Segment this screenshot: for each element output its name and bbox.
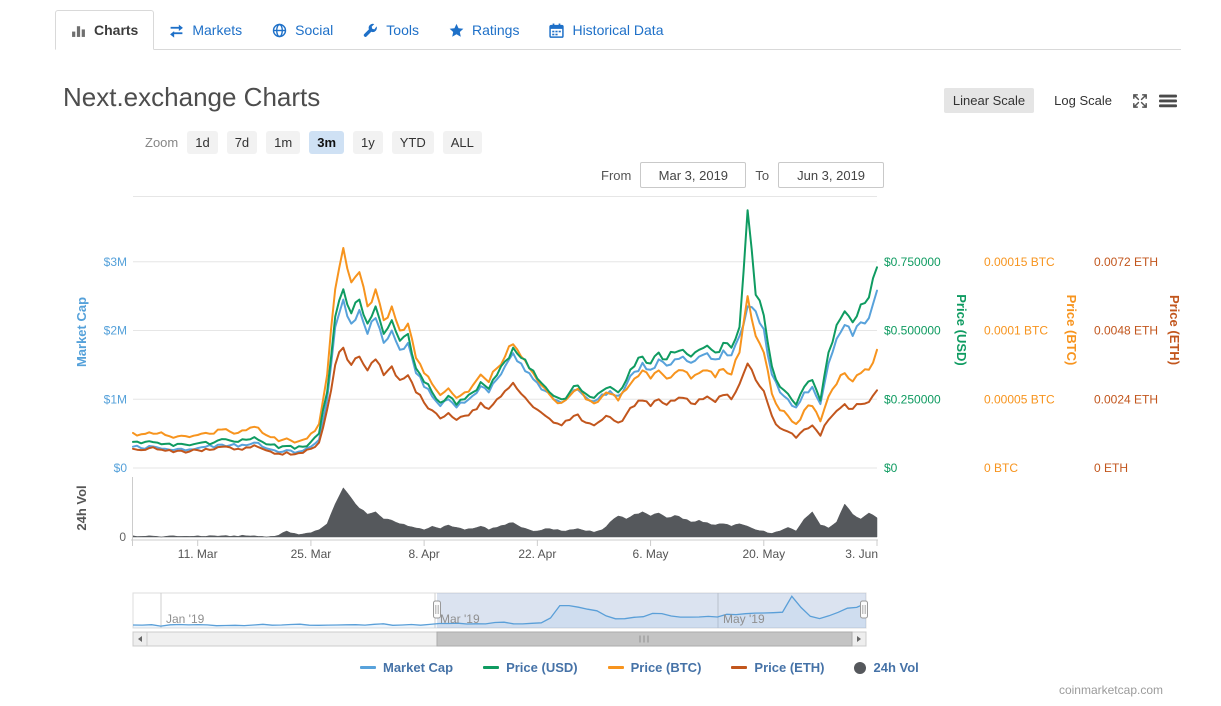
zoom-button-3m[interactable]: 3m	[309, 131, 345, 154]
svg-text:0.0001 BTC: 0.0001 BTC	[984, 324, 1048, 338]
bar-chart-icon	[71, 23, 86, 38]
page-title: Next.exchange Charts	[63, 82, 321, 112]
svg-text:20. May: 20. May	[742, 547, 785, 561]
legend-label: Price (USD)	[506, 660, 578, 675]
svg-text:$0.500000: $0.500000	[884, 324, 941, 338]
svg-text:0.00005 BTC: 0.00005 BTC	[984, 392, 1055, 406]
watermark: coinmarketcap.com	[1058, 683, 1163, 697]
fullscreen-icon[interactable]	[1132, 93, 1148, 109]
linear-scale-button[interactable]: Linear Scale	[943, 88, 1035, 113]
date-range: From To	[601, 162, 885, 188]
from-label: From	[601, 167, 632, 183]
svg-text:Price (USD): Price (USD)	[954, 294, 969, 366]
to-date-input[interactable]	[778, 162, 885, 188]
svg-text:Jan '19: Jan '19	[166, 612, 205, 626]
svg-text:0: 0	[119, 530, 126, 544]
zoom-label: Zoom	[145, 135, 179, 150]
svg-text:0 BTC: 0 BTC	[984, 461, 1018, 475]
svg-text:$0.250000: $0.250000	[884, 392, 941, 406]
legend-label: Price (BTC)	[630, 660, 702, 675]
legend-line-marker	[360, 666, 376, 669]
svg-text:22. Apr: 22. Apr	[518, 547, 556, 561]
tab-bar: Charts Markets Social Tools Ratings Historica…	[55, 10, 1181, 50]
svg-text:$0: $0	[114, 461, 128, 475]
svg-text:May '19: May '19	[723, 612, 765, 626]
chart-legend: Market Cap Price (USD) Price (BTC) Price (E…	[360, 660, 919, 675]
tab-label: Tools	[386, 22, 419, 38]
legend-label: 24h Vol	[873, 660, 919, 675]
zoom-button-ytd[interactable]: YTD	[391, 131, 434, 154]
from-date-input[interactable]	[640, 162, 747, 188]
svg-text:$1M: $1M	[104, 392, 127, 406]
tab-historical-data[interactable]: Historical Data	[534, 10, 678, 50]
legend-line-marker	[607, 666, 624, 669]
tab-label: Historical Data	[572, 22, 664, 38]
svg-text:8. Apr: 8. Apr	[408, 547, 439, 561]
svg-text:$0.750000: $0.750000	[884, 255, 941, 269]
svg-text:0.0072 ETH: 0.0072 ETH	[1094, 255, 1158, 269]
svg-text:$3M: $3M	[104, 255, 127, 269]
legend-item-market-cap[interactable]: Market Cap	[360, 660, 453, 675]
legend-item-price-eth[interactable]: Price (ETH)	[731, 660, 824, 675]
legend-item-price-usd[interactable]: Price (USD)	[483, 660, 578, 675]
wrench-icon	[363, 23, 378, 38]
svg-text:Market Cap: Market Cap	[74, 297, 89, 367]
zoom-controls: Zoom 1d 7d 1m 3m 1y YTD ALL	[145, 131, 482, 154]
legend-line-marker	[731, 666, 748, 669]
svg-text:0.0048 ETH: 0.0048 ETH	[1094, 324, 1158, 338]
svg-text:25. Mar: 25. Mar	[291, 547, 332, 561]
svg-text:$2M: $2M	[104, 324, 127, 338]
exchange-arrows-icon	[169, 23, 184, 38]
tab-ratings[interactable]: Ratings	[434, 10, 534, 50]
tab-label: Ratings	[471, 22, 520, 38]
svg-text:3. Jun: 3. Jun	[845, 547, 878, 561]
globe-icon	[272, 23, 287, 38]
svg-text:Price (BTC): Price (BTC)	[1064, 295, 1079, 366]
svg-text:Price (ETH): Price (ETH)	[1167, 295, 1182, 365]
star-icon	[449, 23, 464, 38]
tab-label: Charts	[94, 22, 139, 38]
svg-text:0.0024 ETH: 0.0024 ETH	[1094, 392, 1158, 406]
legend-line-marker	[483, 666, 500, 669]
svg-text:24h Vol: 24h Vol	[74, 485, 89, 530]
legend-label: Market Cap	[383, 660, 454, 675]
calendar-icon	[549, 23, 565, 38]
svg-text:0.00015 BTC: 0.00015 BTC	[984, 255, 1055, 269]
legend-item-price-btc[interactable]: Price (BTC)	[607, 660, 702, 675]
tab-label: Social	[295, 22, 334, 38]
tab-label: Markets	[192, 22, 243, 38]
svg-text:Mar '19: Mar '19	[440, 612, 480, 626]
tab-charts[interactable]: Charts	[55, 10, 155, 50]
tab-tools[interactable]: Tools	[348, 10, 434, 50]
svg-text:0 ETH: 0 ETH	[1094, 461, 1128, 475]
svg-text:$0: $0	[884, 461, 898, 475]
svg-text:11. Mar: 11. Mar	[178, 547, 218, 561]
zoom-button-1d[interactable]: 1d	[187, 131, 218, 154]
tab-markets[interactable]: Markets	[154, 10, 257, 50]
zoom-button-all[interactable]: ALL	[442, 131, 482, 154]
zoom-button-1y[interactable]: 1y	[353, 131, 383, 154]
legend-circle-marker	[854, 661, 867, 674]
to-label: To	[755, 167, 770, 183]
legend-item-24h-vol[interactable]: 24h Vol	[854, 660, 919, 675]
svg-text:6. May: 6. May	[633, 547, 669, 561]
zoom-button-1m[interactable]: 1m	[266, 131, 301, 154]
menu-icon[interactable]	[1159, 94, 1177, 108]
zoom-button-7d[interactable]: 7d	[226, 131, 258, 154]
page: $3M $0.750000 0.00015 BTC 0.0072 ETH $2M $0.5…	[0, 0, 1221, 706]
tab-social[interactable]: Social	[257, 10, 348, 50]
scale-controls: Linear Scale Log Scale	[943, 88, 1177, 113]
legend-label: Price (ETH)	[754, 660, 825, 675]
log-scale-button[interactable]: Log Scale	[1045, 88, 1121, 113]
